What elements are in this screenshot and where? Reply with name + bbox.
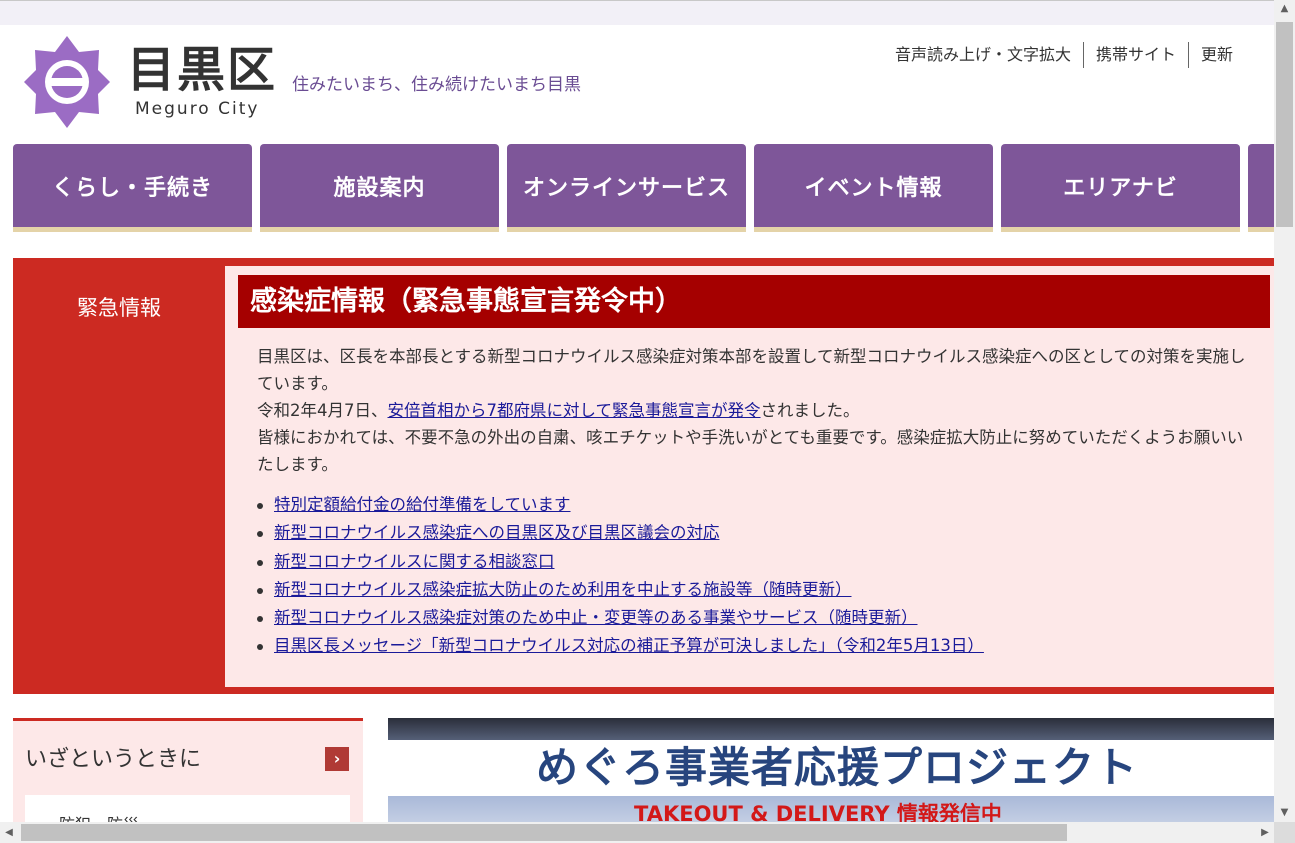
sidebar-item-label[interactable]: 防犯・防災 [59, 811, 139, 822]
list-item: 新型コロナウイルスに関する相談窓口 [257, 548, 984, 576]
list-item: 特別定額給付金の給付準備をしています [257, 491, 984, 519]
site-tagline: 住みたいまち、住み続けたいまち目黒 [292, 75, 581, 95]
sidebar-title: いざというときに [25, 747, 202, 772]
emergency-sidebar-box: いざというときに › 防犯・防災 [13, 718, 363, 822]
nav-tab-events[interactable]: イベント情報 [754, 144, 993, 232]
chevron-right-icon[interactable]: › [325, 747, 349, 771]
emergency-label: 緊急情報 [77, 296, 161, 320]
paragraph-2-prefix: 令和2年4月7日、 [257, 401, 388, 420]
banner-title: めぐろ事業者応援プロジェクト [536, 743, 1139, 792]
nav-tab-partial[interactable] [1248, 144, 1274, 232]
site-name-ja[interactable]: 目黒区 [127, 42, 277, 98]
paragraph-2-suffix: されました。 [760, 401, 860, 420]
horizontal-scrollbar[interactable]: ◀ ▶ [0, 822, 1274, 843]
utility-link-updates[interactable]: 更新 [1189, 42, 1245, 68]
page: 目黒区 Meguro City 住みたいまち、住み続けたいまち目黒 音声読み上げ… [0, 25, 1274, 822]
browser-toolbar-strip [0, 0, 1295, 25]
nav-tab-facilities[interactable]: 施設案内 [260, 144, 499, 232]
list-item: 新型コロナウイルス感染症対策のため中止・変更等のある事業やサービス（随時更新） [257, 604, 984, 632]
scroll-down-icon[interactable]: ▼ [1274, 804, 1295, 822]
scrollbar-corner [1274, 822, 1295, 843]
emergency-link[interactable]: 目黒区長メッセージ「新型コロナウイルス対応の補正予算が可決しました」（令和2年5… [274, 636, 984, 655]
global-nav: くらし・手続き 施設案内 オンラインサービス イベント情報 エリアナビ [13, 144, 1274, 234]
emergency-link[interactable]: 新型コロナウイルス感染症拡大防止のため利用を中止する施設等（随時更新） [274, 580, 852, 599]
emergency-link[interactable]: 新型コロナウイルス感染症への目黒区及び目黒区議会の対応 [274, 523, 720, 542]
list-item: 新型コロナウイルス感染症拡大防止のため利用を中止する施設等（随時更新） [257, 576, 984, 604]
emergency-text: 目黒区は、区長を本部長とする新型コロナウイルス感染症対策本部を設置して新型コロナ… [257, 343, 1257, 478]
emergency-title: 感染症情報（緊急事態宣言発令中） [238, 275, 1270, 328]
emergency-paragraph-2: 令和2年4月7日、安倍首相から7都府県に対して緊急事態宣言が発令されました。 [257, 397, 1257, 424]
emergency-paragraph-1: 目黒区は、区長を本部長とする新型コロナウイルス感染症対策本部を設置して新型コロナ… [257, 347, 1246, 393]
scroll-right-icon[interactable]: ▶ [1256, 822, 1274, 843]
sidebar-item[interactable]: 防犯・防災 [25, 795, 350, 822]
site-name-en[interactable]: Meguro City [135, 99, 259, 119]
scroll-left-icon[interactable]: ◀ [0, 822, 18, 843]
utility-link-mobile[interactable]: 携帯サイト [1084, 42, 1190, 68]
nav-tab-online-services[interactable]: オンラインサービス [507, 144, 746, 232]
business-support-banner[interactable]: めぐろ事業者応援プロジェクト TAKEOUT & DELIVERY 情報発信中 [388, 718, 1274, 822]
horizontal-scroll-thumb[interactable] [21, 824, 1067, 841]
vertical-scroll-thumb[interactable] [1276, 22, 1293, 227]
scroll-up-icon[interactable]: ▲ [1274, 0, 1295, 18]
vertical-scrollbar[interactable]: ▲ ▼ [1274, 0, 1295, 822]
emergency-link[interactable]: 新型コロナウイルスに関する相談窓口 [274, 552, 555, 571]
emergency-panel: 緊急情報 感染症情報（緊急事態宣言発令中） 目黒区は、区長を本部長とする新型コロ… [13, 258, 1274, 694]
list-item: 新型コロナウイルス感染症への目黒区及び目黒区議会の対応 [257, 519, 984, 547]
emergency-link[interactable]: 新型コロナウイルス感染症対策のため中止・変更等のある事業やサービス（随時更新） [274, 608, 918, 627]
emergency-link[interactable]: 特別定額給付金の給付準備をしています [274, 495, 571, 514]
banner-subtitle: TAKEOUT & DELIVERY 情報発信中 [634, 802, 1002, 822]
nav-tab-area-navi[interactable]: エリアナビ [1001, 144, 1240, 232]
utility-link-voice[interactable]: 音声読み上げ・文字拡大 [895, 42, 1085, 68]
emergency-link-list: 特別定額給付金の給付準備をしています 新型コロナウイルス感染症への目黒区及び目黒… [257, 491, 984, 661]
emergency-body: 感染症情報（緊急事態宣言発令中） 目黒区は、区長を本部長とする新型コロナウイルス… [225, 266, 1274, 687]
nav-tab-living[interactable]: くらし・手続き [13, 144, 252, 232]
meguro-emblem-icon[interactable] [22, 34, 112, 130]
emergency-declaration-link[interactable]: 安倍首相から7都府県に対して緊急事態宣言が発令 [388, 401, 761, 420]
utility-links: 音声読み上げ・文字拡大 携帯サイト 更新 [895, 42, 1245, 68]
emergency-paragraph-3: 皆様におかれては、不要不急の外出の自粛、咳エチケットや手洗いがとても重要です。感… [257, 428, 1244, 474]
list-item: 目黒区長メッセージ「新型コロナウイルス対応の補正予算が可決しました」（令和2年5… [257, 632, 984, 660]
